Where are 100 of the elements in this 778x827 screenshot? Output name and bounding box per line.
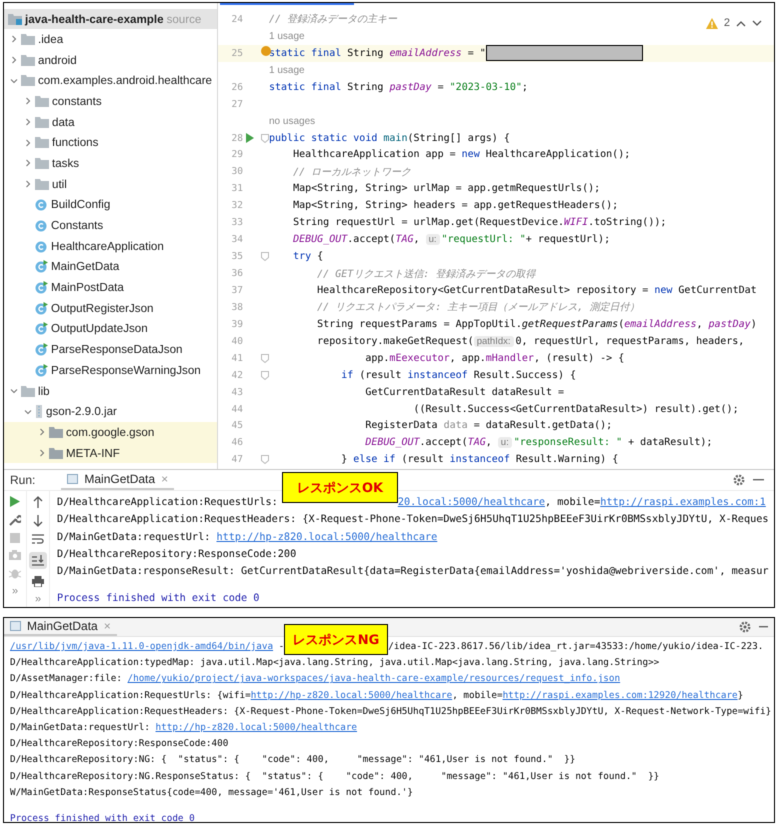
printer-icon[interactable] xyxy=(32,576,44,587)
annotation-label: レスポンスOK xyxy=(282,472,398,503)
code-line: HealthcareApplication app = new HealthcareApplication(); xyxy=(292,149,630,160)
chevron-icon[interactable] xyxy=(10,387,18,396)
chevron-down-icon[interactable] xyxy=(752,20,762,26)
tree-item[interactable]: tasks xyxy=(4,153,217,174)
link[interactable]: http://hp-z820.local:5000/healthcare xyxy=(216,532,438,543)
console-text: /idea-IC-223.8617.56/lib/idea_rt.jar=43533:/home/yukio/idea-IC-223. xyxy=(388,641,764,652)
folder-icon xyxy=(21,54,35,66)
line-number: 43 xyxy=(230,386,243,398)
tree-item[interactable]: MainGetData xyxy=(4,256,217,278)
line-number: 35 xyxy=(230,251,243,262)
chevron-icon[interactable] xyxy=(24,159,32,168)
tree-item[interactable]: ParseResponseDataJson xyxy=(4,339,217,360)
console-line: D/MainGetData:requestUrl: http://hp-z820.local:5000/healthcare xyxy=(57,530,438,545)
chevron-icon[interactable] xyxy=(24,138,32,147)
tree-item[interactable]: ParseResponseWarningJson xyxy=(4,360,217,381)
tree-item[interactable]: functions xyxy=(4,132,217,154)
tree-item[interactable]: BuildConfig xyxy=(4,194,217,216)
code-line: String requestParams = AppTopUtil.getRequestParams(emailAddress, pastDay) xyxy=(316,318,757,330)
line-number: 47 xyxy=(230,454,243,466)
console-icon xyxy=(10,621,21,631)
minimize-icon[interactable] xyxy=(759,626,768,628)
arrow-up-icon[interactable] xyxy=(33,496,43,508)
chevron-icon[interactable] xyxy=(38,428,46,436)
tree-item[interactable]: gson-2.9.0.jar xyxy=(4,401,217,422)
intention-dot-icon[interactable] xyxy=(261,46,271,56)
code-line: // 登録済みデータの主キー xyxy=(269,12,398,26)
settings-icon[interactable] xyxy=(739,621,751,633)
more-button[interactable]: » xyxy=(34,594,42,604)
tree-item[interactable]: HealthcareApplication xyxy=(4,236,217,257)
link[interactable]: http://hp-z820.local:5000/healthcare xyxy=(250,690,452,701)
folder-icon xyxy=(21,34,35,45)
tree-item[interactable]: OutputRegisterJson xyxy=(4,298,217,319)
chevron-icon[interactable] xyxy=(38,449,46,458)
arrow-down-icon[interactable] xyxy=(33,515,43,527)
console-line: D/HealthcareApplication:RequestUrls: {wifi=http://hp-z820.local:5000/healthcare, mobile=http://raspi.examples.com:12920/healthcare} xyxy=(10,688,744,703)
chevron-icon[interactable] xyxy=(10,35,18,44)
tree-item[interactable]: MainPostData xyxy=(4,277,217,298)
tree-item[interactable]: lib xyxy=(4,380,217,402)
tree-item[interactable]: constants xyxy=(4,91,217,112)
tree-item[interactable]: OutputUpdateJson xyxy=(4,318,217,340)
class-icon xyxy=(35,260,48,274)
run-tab[interactable]: MainGetData × xyxy=(4,618,117,636)
run-tab[interactable]: MainGetData × xyxy=(61,470,174,490)
tree-item[interactable]: util xyxy=(4,174,217,194)
class-icon xyxy=(35,240,48,253)
chevron-icon[interactable] xyxy=(10,76,18,85)
folder-icon xyxy=(8,13,22,25)
console-text: D/HealthcareApplication:RequestUrls: xyxy=(57,497,278,508)
tree-item[interactable]: META-INF xyxy=(4,442,217,464)
code-line: GetCurrentDataResult dataResult = xyxy=(364,386,564,398)
class-icon xyxy=(35,364,48,377)
console-line: D/HealthcareApplication:RequestHeaders: {X-Request-Phone-Token=DweSj6H5UhqT1U25hpBEEeF3UirKr0BMSsxblyJDYtU, X-Request-Network-Type=wifi} xyxy=(10,704,772,719)
tree-item[interactable]: android xyxy=(4,50,217,70)
line-number: 39 xyxy=(230,318,243,330)
wrench-icon[interactable] xyxy=(9,514,21,526)
folder-icon xyxy=(49,426,63,438)
chevron-icon[interactable] xyxy=(10,56,18,64)
minimize-icon[interactable] xyxy=(753,478,764,482)
console-text: , mobile= xyxy=(545,497,600,508)
tree-item[interactable]: .idea xyxy=(4,29,217,50)
line-number: 30 xyxy=(230,166,243,178)
chevron-icon[interactable] xyxy=(24,97,32,106)
class-icon xyxy=(35,343,48,356)
code-line: HealthcareRepository<GetCurrentDataResult> repository = new GetCurrentDat xyxy=(316,284,757,296)
more-button[interactable]: » xyxy=(12,586,18,596)
line-number: 25 xyxy=(230,48,243,59)
tree-item[interactable]: com.google.gson xyxy=(4,422,217,443)
tree-item[interactable]: data xyxy=(4,112,217,132)
link[interactable]: /usr/lib/jvm/java-1.11.0-openjdk-amd64/bin/java xyxy=(10,641,274,652)
code-line: // リクエストパラメータ: 主キー項目（メールアドレス, 測定日付） xyxy=(316,300,640,314)
line-number: 34 xyxy=(230,234,243,246)
scroll-to-end-button[interactable] xyxy=(29,552,47,569)
warning-count[interactable]: 2 xyxy=(724,17,730,29)
chevron-icon[interactable] xyxy=(24,180,32,188)
settings-icon[interactable] xyxy=(733,474,745,486)
chevron-up-icon[interactable] xyxy=(736,20,746,26)
chevron-icon[interactable] xyxy=(24,408,32,416)
archive-icon xyxy=(35,405,43,418)
run-icon[interactable] xyxy=(10,496,20,507)
tree-item[interactable]: com.examples.android.healthcare xyxy=(4,70,217,92)
code-line: if (result instanceof Result.Success) { xyxy=(340,370,576,381)
chevron-icon[interactable] xyxy=(24,118,32,126)
run-icon[interactable] xyxy=(246,133,254,144)
tree-item[interactable]: Constants xyxy=(4,215,217,236)
link[interactable]: http://raspi.examples.com:1 xyxy=(600,497,766,508)
annotation-label: レスポンスNG xyxy=(284,624,388,655)
class-icon xyxy=(35,219,48,232)
link[interactable]: http://hp-z820.local:5000/healthcare xyxy=(156,722,358,734)
project-subtitle: source xyxy=(166,12,202,26)
soft-wrap-icon[interactable] xyxy=(32,534,44,545)
folder-icon xyxy=(49,448,63,459)
link[interactable]: http://raspi.examples.com:12920/healthcare xyxy=(502,690,738,701)
console-line: D/HealthcareRepository:ResponseCode:200 xyxy=(57,548,298,562)
console-line: D/MainGetData:responseResult: GetCurrentDataResult{data=RegisterData{emailAddress='yoshida@webriverside.com', measur xyxy=(57,565,768,580)
line-number: 27 xyxy=(230,98,243,110)
line-number: 45 xyxy=(230,420,243,432)
link[interactable]: 20.local:5000/healthcare xyxy=(398,497,546,508)
link[interactable]: /home/yukio/project/java-workspaces/java-health-care-example/resources/request_info.json xyxy=(128,673,620,684)
